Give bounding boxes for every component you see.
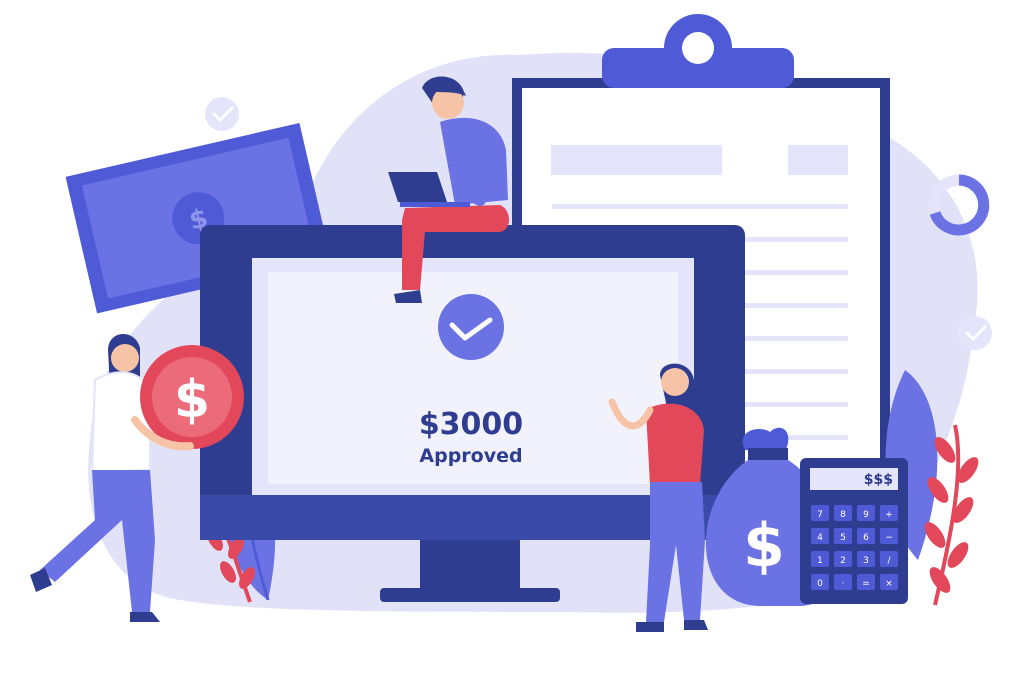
calculator-key-label: 5 xyxy=(840,533,846,543)
calculator: $$$ 7 8 9 +4 5 6 −1 2 3/0 · = × xyxy=(800,458,908,604)
calculator-display-text: $$$ xyxy=(864,472,893,488)
illustration: $ $3000 Approved $ $$$ 7 8 9 + 4 5 6 − 1… xyxy=(0,0,1024,674)
calculator-key-label: × xyxy=(885,579,893,589)
calculator-key-label: 1 xyxy=(817,556,823,566)
approval-status: Approved xyxy=(419,445,522,467)
calculator-key-label: 6 xyxy=(863,533,869,543)
coin-dollar-sign: $ xyxy=(174,370,210,430)
calculator-key-label: 8 xyxy=(840,510,846,520)
calculator-key-label: 3 xyxy=(863,556,869,566)
loan-approved-illustration: $ $3000 Approved $ $$$ 7 8 9 +4 5 6 −1 2… xyxy=(30,14,992,632)
check-circle-icon xyxy=(205,97,239,131)
bag-dollar-sign: $ xyxy=(743,511,785,581)
loan-amount: $3000 xyxy=(419,407,523,442)
calculator-key-label: 2 xyxy=(840,556,846,566)
approved-check-icon xyxy=(438,294,504,360)
calculator-key-label: + xyxy=(885,510,893,520)
calculator-key-label: − xyxy=(885,533,893,543)
check-circle-icon xyxy=(958,316,992,350)
calculator-key-label: 9 xyxy=(863,510,869,520)
calculator-key-label: 7 xyxy=(817,510,823,520)
calculator-key-label: 4 xyxy=(817,533,823,543)
calculator-key-label: · xyxy=(842,579,845,589)
calculator-key-label: = xyxy=(862,579,870,589)
calculator-key-label: 0 xyxy=(817,579,823,589)
